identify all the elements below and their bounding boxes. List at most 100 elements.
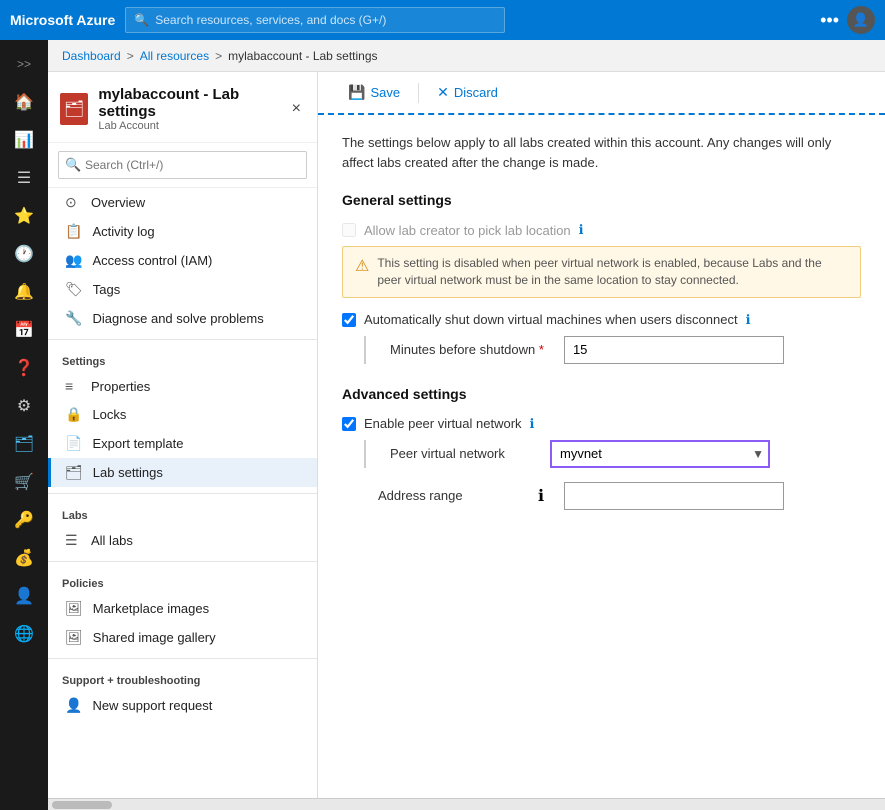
iam-icon: 👥 [65, 252, 82, 269]
allow-location-label: Allow lab creator to pick lab location [364, 223, 571, 238]
address-range-info-icon[interactable]: ℹ [538, 486, 544, 506]
sidebar-item-diagnose[interactable]: 🔧 Diagnose and solve problems [48, 304, 317, 333]
locks-icon: 🔒 [65, 406, 82, 423]
global-search[interactable]: 🔍 Search resources, services, and docs (… [125, 7, 505, 33]
sidebar: 🗂 mylabaccount - Lab settings Lab Accoun… [48, 72, 318, 810]
rail-allservices-icon[interactable]: ☰ [4, 160, 44, 196]
sidebar-search-input[interactable] [58, 151, 307, 179]
toolbar: 💾 Save ✕ Discard [318, 72, 885, 115]
sidebar-item-label: Overview [91, 195, 145, 210]
allow-location-info-icon[interactable]: ℹ [579, 222, 584, 238]
sidebar-item-label: Access control (IAM) [92, 253, 212, 268]
save-icon: 💾 [348, 84, 365, 101]
resource-title: mylabaccount - Lab settings [98, 86, 277, 120]
rail-recents-icon[interactable]: 🕐 [4, 236, 44, 272]
sidebar-item-activity-log[interactable]: 📋 Activity log [48, 217, 317, 246]
peer-vnet-select-wrap: myvnet vnet1 vnet2 ▼ [550, 440, 770, 468]
rail-labaccounts-icon[interactable]: 🗂 [4, 426, 44, 462]
expand-rail-icon[interactable]: >> [4, 46, 44, 82]
sidebar-search-icon: 🔍 [65, 157, 81, 173]
warning-box: ⚠ This setting is disabled when peer vir… [342, 246, 861, 298]
auto-shutdown-checkbox[interactable] [342, 313, 356, 327]
rail-globe-icon[interactable]: 🌐 [4, 616, 44, 652]
sidebar-item-label: Activity log [92, 224, 154, 239]
scrollbar-thumb[interactable] [52, 801, 112, 809]
nav-divider-4 [48, 658, 317, 659]
rail-key-icon[interactable]: 🔑 [4, 502, 44, 538]
enable-peer-vnet-checkbox[interactable] [342, 417, 356, 431]
marketplace-images-icon: 🖼 [65, 600, 83, 617]
rail-calendar-icon[interactable]: 📅 [4, 312, 44, 348]
rail-dashboard-icon[interactable]: 📊 [4, 122, 44, 158]
peer-vnet-select[interactable]: myvnet vnet1 vnet2 [550, 440, 770, 468]
labs-section-label: Labs [48, 500, 317, 526]
sidebar-item-overview[interactable]: ⊙ Overview [48, 188, 317, 217]
discard-button[interactable]: ✕ Discard [427, 80, 508, 105]
rail-support-icon[interactable]: ❓ [4, 350, 44, 386]
activity-log-icon: 📋 [65, 223, 82, 240]
search-placeholder: Search resources, services, and docs (G+… [155, 13, 386, 27]
rail-cost-icon[interactable]: 💰 [4, 540, 44, 576]
avatar[interactable]: 👤 [847, 6, 875, 34]
toolbar-sep [418, 83, 419, 103]
minutes-label: Minutes before shutdown * [390, 342, 544, 357]
sidebar-item-locks[interactable]: 🔒 Locks [48, 400, 317, 429]
sidebar-item-iam[interactable]: 👥 Access control (IAM) [48, 246, 317, 275]
peer-vnet-row: Peer virtual network myvnet vnet1 vnet2 … [364, 440, 861, 468]
rail-marketplace-icon[interactable]: 🛒 [4, 464, 44, 500]
diagnose-icon: 🔧 [65, 310, 82, 327]
allow-location-row: Allow lab creator to pick lab location ℹ [342, 222, 861, 238]
minutes-shutdown-row: Minutes before shutdown * [364, 336, 861, 364]
top-bar: Microsoft Azure 🔍 Search resources, serv… [0, 0, 885, 40]
rail-user-icon[interactable]: 👤 [4, 578, 44, 614]
overview-icon: ⊙ [65, 194, 81, 211]
rail-home-icon[interactable]: 🏠 [4, 84, 44, 120]
save-button[interactable]: 💾 Save [338, 80, 410, 105]
peer-vnet-indent-bar [364, 440, 366, 468]
allow-location-checkbox[interactable] [342, 223, 356, 237]
sidebar-item-all-labs[interactable]: ☰ All labs [48, 526, 317, 555]
warning-text: This setting is disabled when peer virtu… [377, 255, 848, 289]
breadcrumb-dashboard[interactable]: Dashboard [62, 49, 121, 63]
sidebar-item-export-template[interactable]: 📄 Export template [48, 429, 317, 458]
sidebar-item-label: Diagnose and solve problems [92, 311, 263, 326]
breadcrumb-allresources[interactable]: All resources [140, 49, 209, 63]
lab-settings-icon: 🗂 [65, 464, 83, 481]
policies-section-label: Policies [48, 568, 317, 594]
main-area: Dashboard > All resources > mylabaccount… [48, 40, 885, 810]
more-options-icon[interactable]: ••• [820, 10, 839, 31]
rail-favorites-icon[interactable]: ⭐ [4, 198, 44, 234]
nav-divider-3 [48, 561, 317, 562]
sidebar-item-tags[interactable]: 🏷 Tags [48, 275, 317, 304]
support-request-icon: 👤 [65, 697, 82, 714]
horizontal-scrollbar[interactable] [48, 798, 885, 810]
tags-icon: 🏷 [65, 281, 83, 298]
sidebar-item-properties[interactable]: ≡ Properties [48, 372, 317, 400]
sidebar-item-lab-settings[interactable]: 🗂 Lab settings [48, 458, 317, 487]
peer-vnet-label: Peer virtual network [390, 446, 530, 461]
main-panel: 💾 Save ✕ Discard The settings below appl… [318, 72, 885, 810]
left-rail: >> 🏠 📊 ☰ ⭐ 🕐 🔔 📅 ❓ ⚙ 🗂 🛒 🔑 💰 👤 🌐 [0, 40, 48, 810]
sidebar-item-label: All labs [91, 533, 133, 548]
close-button[interactable]: × [288, 98, 305, 120]
address-range-input[interactable] [564, 482, 784, 510]
general-section-title: General settings [342, 192, 861, 208]
settings-description: The settings below apply to all labs cre… [342, 133, 861, 172]
enable-peer-vnet-info-icon[interactable]: ℹ [530, 416, 535, 432]
settings-content: The settings below apply to all labs cre… [318, 115, 885, 550]
properties-icon: ≡ [65, 378, 81, 394]
auto-shutdown-info-icon[interactable]: ℹ [746, 312, 751, 328]
enable-peer-vnet-label: Enable peer virtual network [364, 416, 522, 431]
content-wrap: 🗂 mylabaccount - Lab settings Lab Accoun… [48, 72, 885, 810]
rail-settings-icon[interactable]: ⚙ [4, 388, 44, 424]
sidebar-item-marketplace-images[interactable]: 🖼 Marketplace images [48, 594, 317, 623]
breadcrumb-current: mylabaccount - Lab settings [228, 49, 377, 63]
rail-notifications-icon[interactable]: 🔔 [4, 274, 44, 310]
resource-title-wrap: mylabaccount - Lab settings Lab Account [98, 86, 277, 132]
sidebar-item-new-support[interactable]: 👤 New support request [48, 691, 317, 720]
sidebar-item-shared-image-gallery[interactable]: 🖼 Shared image gallery [48, 623, 317, 652]
breadcrumb-sep1: > [127, 49, 134, 63]
top-bar-right: ••• 👤 [820, 6, 875, 34]
resource-header: 🗂 mylabaccount - Lab settings Lab Accoun… [48, 72, 317, 143]
minutes-input[interactable] [564, 336, 784, 364]
